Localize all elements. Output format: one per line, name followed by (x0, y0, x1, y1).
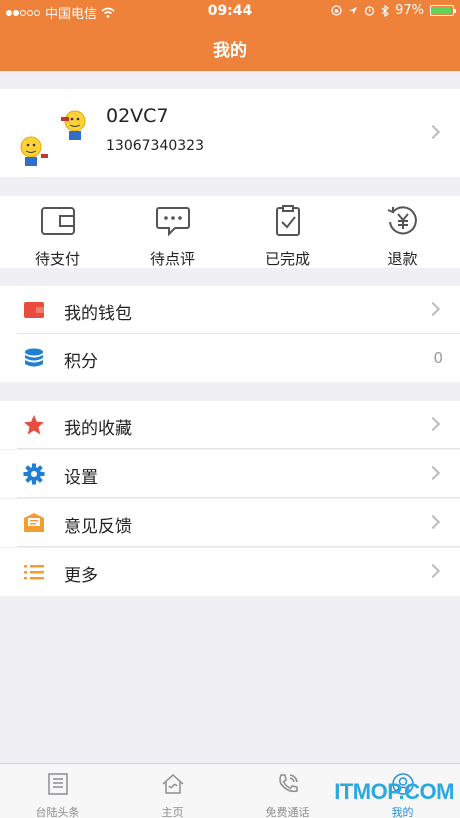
tab-news[interactable]: 台陆头条 (0, 764, 115, 818)
divider (17, 448, 460, 449)
header-bar: 中国电信 09:44 97% 我的 (0, 0, 460, 71)
menu-item-wallet[interactable]: 我的钱包 (0, 286, 460, 334)
wallet-icon (40, 207, 75, 235)
alarm-icon (364, 6, 375, 16)
tab-label: 免费通话 (265, 806, 310, 818)
chevron-right-icon (425, 465, 441, 481)
menu-label: 更多 (64, 566, 98, 586)
order-completed[interactable]: 已完成 (230, 196, 345, 268)
avatar[interactable] (17, 99, 87, 169)
battery-icon (430, 5, 456, 16)
red-wallet-icon (24, 302, 44, 318)
phone-icon (278, 774, 298, 793)
order-label: 已完成 (264, 250, 310, 268)
clipboard-check-icon (275, 205, 300, 236)
order-label: 退款 (387, 250, 418, 268)
feedback-icon (24, 513, 44, 532)
order-status-bar: 待支付 待点评 已完成 退款 (0, 196, 460, 268)
divider (17, 497, 460, 498)
menu-label: 我的收藏 (64, 419, 132, 439)
menu-label: 设置 (64, 468, 98, 488)
bluetooth-icon (381, 4, 390, 17)
chevron-right-icon (425, 124, 441, 140)
comment-icon (155, 207, 190, 237)
chevron-right-icon (425, 514, 441, 530)
news-icon (47, 773, 68, 795)
gear-icon (23, 463, 45, 485)
tab-home[interactable]: 主页 (115, 764, 230, 818)
list-icon (24, 565, 44, 580)
phone-number: 13067340323 (106, 138, 204, 154)
divider (17, 546, 460, 547)
battery-percent: 97% (395, 3, 424, 18)
order-label: 待支付 (34, 250, 80, 268)
star-icon (24, 415, 44, 435)
tab-free-call[interactable]: 免费通话 (230, 764, 345, 818)
username: 02VC7 (106, 105, 169, 127)
page-title: 我的 (213, 41, 247, 61)
order-pending-payment[interactable]: 待支付 (0, 196, 115, 268)
coin-stack-icon (25, 348, 43, 367)
menu-item-feedback[interactable]: 意见反馈 (0, 499, 460, 547)
menu-item-points[interactable]: 积分 0 (0, 334, 460, 382)
profile-card[interactable]: 02VC7 13067340323 (0, 89, 460, 177)
menu-item-more[interactable]: 更多 (0, 548, 460, 596)
menu-label: 积分 (64, 352, 98, 372)
chevron-right-icon (425, 416, 441, 432)
points-value: 0 (433, 349, 443, 367)
menu-item-settings[interactable]: 设置 (0, 450, 460, 498)
chevron-right-icon (425, 301, 441, 317)
watermark: ITMOP.COM (334, 779, 454, 804)
tab-label: 我的 (391, 806, 414, 818)
order-refund[interactable]: 退款 (345, 196, 460, 268)
location-icon (349, 6, 358, 15)
menu-item-favorites[interactable]: 我的收藏 (0, 401, 460, 449)
status-bar: 中国电信 09:44 97% (0, 3, 460, 22)
menu-label: 我的钱包 (64, 304, 132, 324)
tab-label: 台陆头条 (35, 806, 80, 818)
refund-yen-icon (387, 206, 417, 235)
chevron-right-icon (425, 563, 441, 579)
order-pending-review[interactable]: 待点评 (115, 196, 230, 268)
lock-rotation-icon (331, 5, 342, 16)
home-icon (161, 773, 184, 794)
menu-label: 意见反馈 (64, 517, 132, 537)
order-label: 待点评 (149, 250, 195, 268)
tab-label: 主页 (161, 806, 184, 818)
